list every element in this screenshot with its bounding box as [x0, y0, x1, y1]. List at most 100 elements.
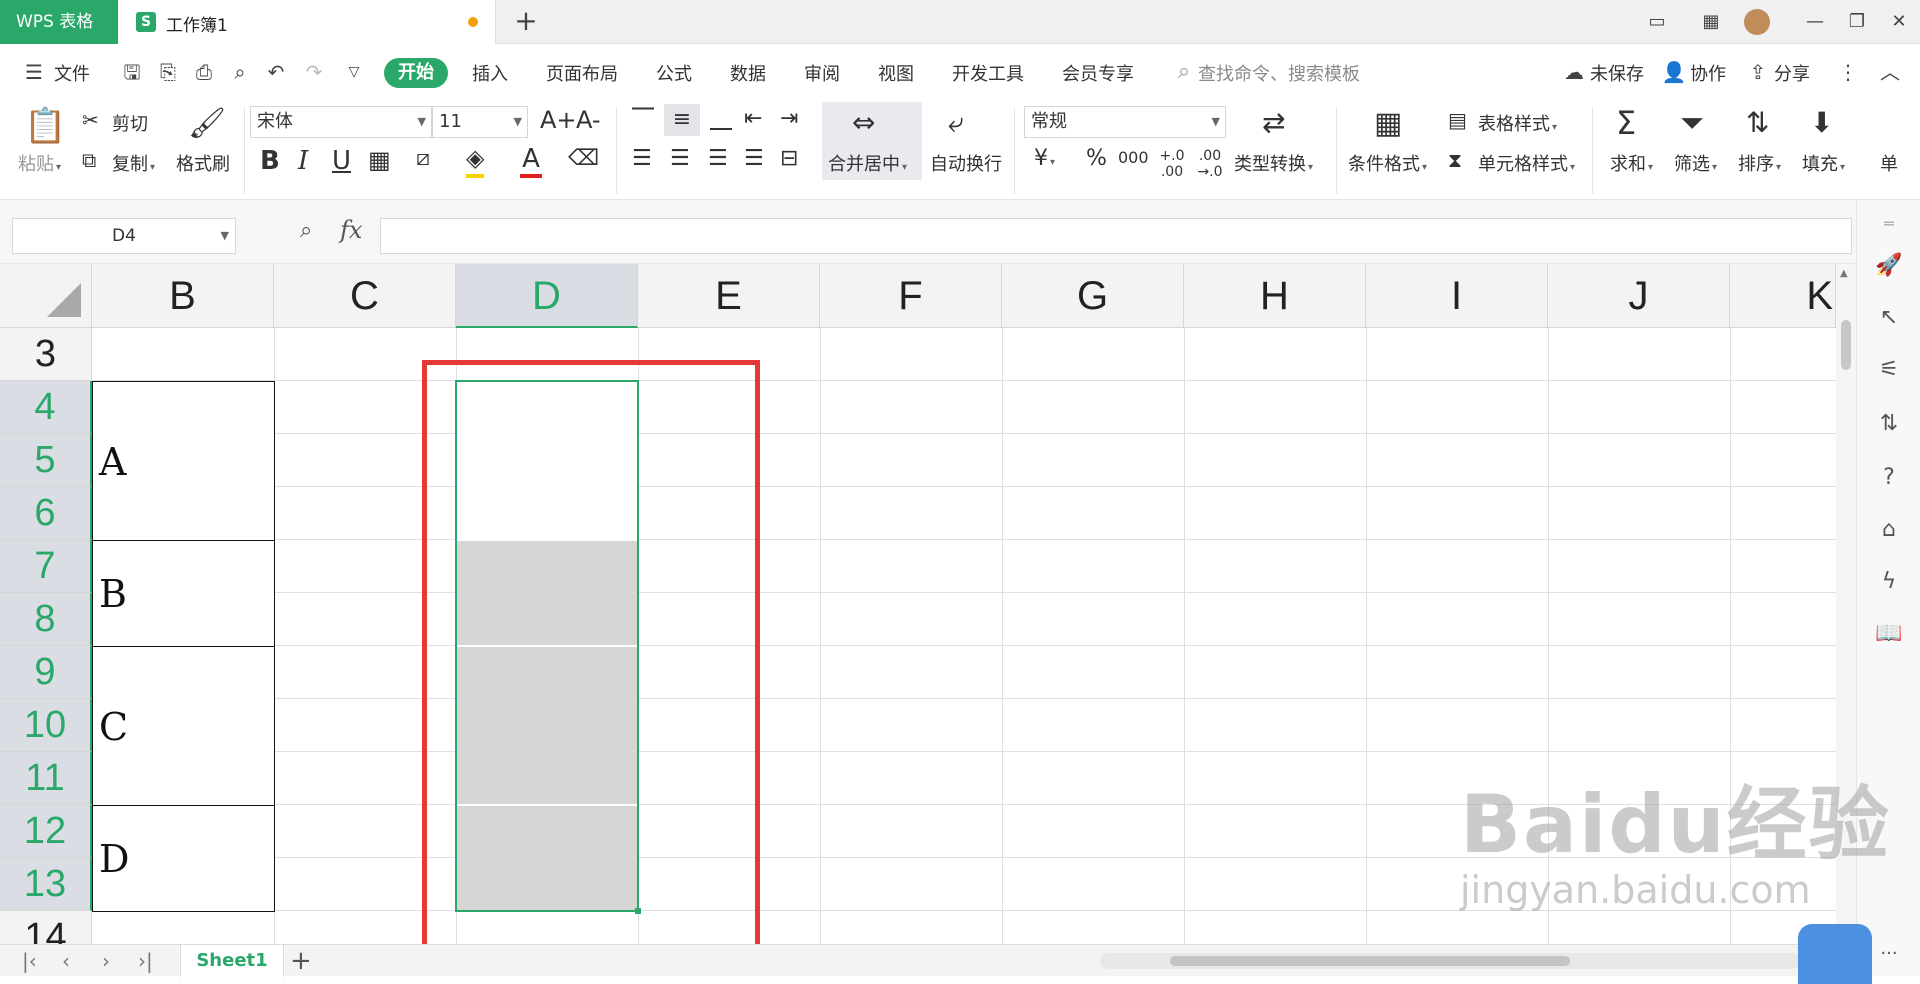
sum-button[interactable]: 求和 ▾ [1610, 150, 1653, 176]
store-icon[interactable]: ⌂ [1875, 516, 1903, 544]
command-search-input[interactable]: 查找命令、搜索模板 [1198, 60, 1360, 86]
cut-button[interactable]: 剪切 [112, 110, 148, 136]
row-header-8[interactable]: 8 [0, 593, 92, 646]
font-shrink-icon[interactable]: A- [576, 106, 601, 134]
page-view-icon[interactable]: ▭ [1642, 8, 1672, 36]
tab-data[interactable]: 数据 [730, 60, 766, 86]
print-preview-icon[interactable]: ⌕ [226, 58, 254, 86]
bold-button[interactable]: B [260, 146, 280, 176]
pointer-icon[interactable]: ↖ [1875, 304, 1903, 332]
first-sheet-icon[interactable]: |‹ [22, 949, 37, 973]
tab-insert[interactable]: 插入 [472, 60, 508, 86]
close-icon[interactable]: ✕ [1884, 8, 1914, 36]
font-size-select[interactable]: 11 ▼ [432, 106, 528, 138]
fx-icon[interactable]: fx [340, 216, 362, 244]
floating-bird-icon[interactable] [1798, 924, 1872, 984]
grid-apps-icon[interactable]: ▦ [1696, 8, 1726, 36]
font-color-button[interactable]: A [520, 144, 542, 178]
more-dots-icon[interactable]: ··· [1875, 940, 1903, 968]
thousands-separator-button[interactable]: 000 [1118, 148, 1149, 167]
row-header-9[interactable]: 9 [0, 646, 92, 699]
new-tab-button[interactable]: + [510, 6, 542, 38]
tab-developer[interactable]: 开发工具 [952, 60, 1024, 86]
horizontal-scrollbar[interactable] [1100, 953, 1800, 969]
cell-b9-merged[interactable]: C [92, 646, 275, 806]
column-header-g[interactable]: G [1002, 264, 1184, 328]
collab-button[interactable]: 协作 [1690, 60, 1726, 86]
wrap-text-button[interactable]: 自动换行 [930, 150, 1002, 176]
align-center-icon[interactable]: ☰ [670, 146, 690, 171]
panel-grip-icon[interactable]: ═ [1875, 210, 1903, 238]
collapse-ribbon-icon[interactable]: ︿ [1876, 58, 1904, 86]
tab-member[interactable]: 会员专享 [1062, 60, 1134, 86]
next-sheet-icon[interactable]: › [102, 949, 110, 973]
column-header-i[interactable]: I [1366, 264, 1548, 328]
lightning-icon[interactable]: ϟ [1875, 568, 1903, 596]
save-icon[interactable]: 🖫 [118, 58, 146, 86]
merge-center-button[interactable]: 合并居中 ▾ [828, 150, 907, 176]
book-icon[interactable]: 📖 [1875, 620, 1903, 648]
row-header-10[interactable]: 10 [0, 699, 92, 752]
align-top-icon[interactable]: ⎺ [632, 106, 654, 131]
fill-color-icon[interactable]: ◈ [466, 144, 485, 178]
decrease-decimal-button[interactable]: .00 →.0 [1194, 148, 1226, 180]
align-middle-icon[interactable]: ≡ [664, 104, 700, 136]
vertical-scroll-thumb[interactable] [1841, 320, 1851, 370]
restore-icon[interactable]: ❐ [1842, 8, 1872, 36]
column-header-k[interactable]: K [1730, 264, 1836, 328]
column-header-e[interactable]: E [638, 264, 820, 328]
document-tab[interactable]: S 工作簿1 [118, 0, 496, 44]
sheet-tab-sheet1[interactable]: Sheet1 [180, 945, 284, 977]
type-convert-button[interactable]: 类型转换 ▾ [1234, 150, 1313, 176]
font-name-select[interactable]: 宋体 ▼ [250, 106, 432, 138]
column-header-h[interactable]: H [1184, 264, 1366, 328]
sliders-icon[interactable]: ⚟ [1875, 356, 1903, 384]
name-box[interactable]: D4 ▼ [12, 218, 236, 254]
help-icon[interactable]: ? [1875, 464, 1903, 492]
row-header-4[interactable]: 4 [0, 381, 92, 434]
tab-start[interactable]: 开始 [384, 58, 448, 88]
more-options-icon[interactable]: ⋮ [1834, 58, 1862, 86]
add-sheet-button[interactable]: + [290, 945, 312, 977]
tab-view[interactable]: 视图 [878, 60, 914, 86]
column-header-j[interactable]: J [1548, 264, 1730, 328]
align-right-icon[interactable]: ☰ [708, 146, 728, 171]
font-grow-icon[interactable]: A+ [540, 106, 577, 134]
share-button[interactable]: 分享 [1774, 60, 1810, 86]
fill-style-icon[interactable]: ⧄ [416, 146, 430, 171]
column-header-f[interactable]: F [820, 264, 1002, 328]
decrease-indent-icon[interactable]: ⇤ [744, 106, 762, 131]
row-header-11[interactable]: 11 [0, 752, 92, 805]
increase-indent-icon[interactable]: ⇥ [780, 106, 798, 131]
app-tab[interactable]: WPS 表格 [0, 0, 118, 44]
redo-icon[interactable]: ↷ [300, 58, 328, 86]
paste-icon[interactable]: 📋 [24, 106, 66, 146]
cell-b12-merged[interactable]: D [92, 805, 275, 912]
number-format-select[interactable]: 常规 ▼ [1024, 106, 1226, 138]
percent-button[interactable]: % [1086, 146, 1107, 171]
find-function-icon[interactable]: ⌕ [300, 218, 312, 243]
horizontal-scroll-thumb[interactable] [1170, 956, 1570, 966]
distributed-icon[interactable]: ⊟ [780, 146, 798, 171]
cell-b7-merged[interactable]: B [92, 540, 275, 647]
transfer-icon[interactable]: ⇅ [1875, 410, 1903, 438]
row-header-3[interactable]: 3 [0, 328, 92, 381]
quick-access-dropdown-icon[interactable]: ▽ [340, 58, 368, 86]
border-icon[interactable]: ▦ [368, 146, 391, 174]
minimize-icon[interactable]: — [1800, 8, 1830, 36]
cell-b4-merged[interactable]: A [92, 381, 275, 541]
export-icon[interactable]: ⎘ [154, 58, 182, 86]
rocket-icon[interactable]: 🚀 [1875, 252, 1903, 280]
avatar[interactable] [1744, 9, 1770, 35]
cell-style-button[interactable]: 单元格样式 ▾ [1478, 150, 1575, 176]
select-all-corner[interactable] [0, 264, 92, 328]
filter-button[interactable]: 筛选 ▾ [1674, 150, 1717, 176]
increase-decimal-button[interactable]: +.0 .00 [1156, 148, 1188, 180]
column-header-d[interactable]: D [456, 264, 638, 328]
format-painter-button[interactable]: 格式刷 [176, 150, 230, 176]
tab-formulas[interactable]: 公式 [656, 60, 692, 86]
paste-button[interactable]: 粘贴 ▾ [18, 150, 61, 176]
menu-file[interactable]: 文件 [54, 60, 90, 86]
row-header-5[interactable]: 5 [0, 434, 92, 487]
unsaved-status[interactable]: 未保存 [1590, 60, 1644, 86]
